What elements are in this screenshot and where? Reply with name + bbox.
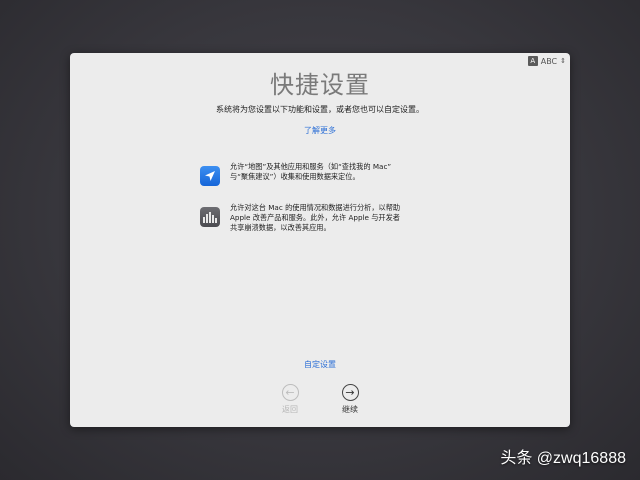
setup-window: A ABC ⇕ 快捷设置 系统将为您设置以下功能和设置，或者您也可以自定设置。 … [70, 53, 570, 427]
forward-arrow-icon: → [341, 384, 359, 401]
option-text-line: Apple 改善产品和服务。此外，允许 Apple 与开发者 [230, 213, 400, 222]
location-services-option: 允许“地图”及其他应用和服务（如“查找我的 Mac” 与“聚焦建议”）收集和使用… [200, 162, 440, 186]
option-text-line: 允许对这台 Mac 的使用情况和数据进行分析，以帮助 [230, 203, 401, 212]
analytics-bars-icon [200, 207, 220, 227]
location-arrow-icon [200, 166, 220, 186]
page-title: 快捷设置 [270, 71, 370, 99]
continue-button[interactable]: → 继续 [330, 384, 370, 415]
option-text-line: 共享崩溃数据，以改善其应用。 [230, 223, 331, 232]
page-subtitle: 系统将为您设置以下功能和设置，或者您也可以自定设置。 [216, 105, 424, 114]
continue-label: 继续 [342, 405, 358, 414]
option-text-line: 允许“地图”及其他应用和服务（如“查找我的 Mac” [230, 162, 392, 171]
back-label: 返回 [282, 405, 298, 414]
back-arrow-icon: ← [281, 384, 299, 401]
option-text-line: 与“聚焦建议”）收集和使用数据来定位。 [230, 172, 360, 181]
watermark: 头条 @zwq16888 [500, 450, 626, 467]
customize-settings-link[interactable]: 自定设置 [70, 359, 570, 370]
back-button[interactable]: ← 返回 [270, 384, 310, 415]
learn-more-link[interactable]: 了解更多 [70, 125, 570, 136]
analytics-text: 允许对这台 Mac 的使用情况和数据进行分析，以帮助 Apple 改善产品和服务… [230, 203, 440, 233]
location-services-text: 允许“地图”及其他应用和服务（如“查找我的 Mac” 与“聚焦建议”）收集和使用… [230, 162, 440, 182]
analytics-option: 允许对这台 Mac 的使用情况和数据进行分析，以帮助 Apple 改善产品和服务… [200, 203, 440, 233]
